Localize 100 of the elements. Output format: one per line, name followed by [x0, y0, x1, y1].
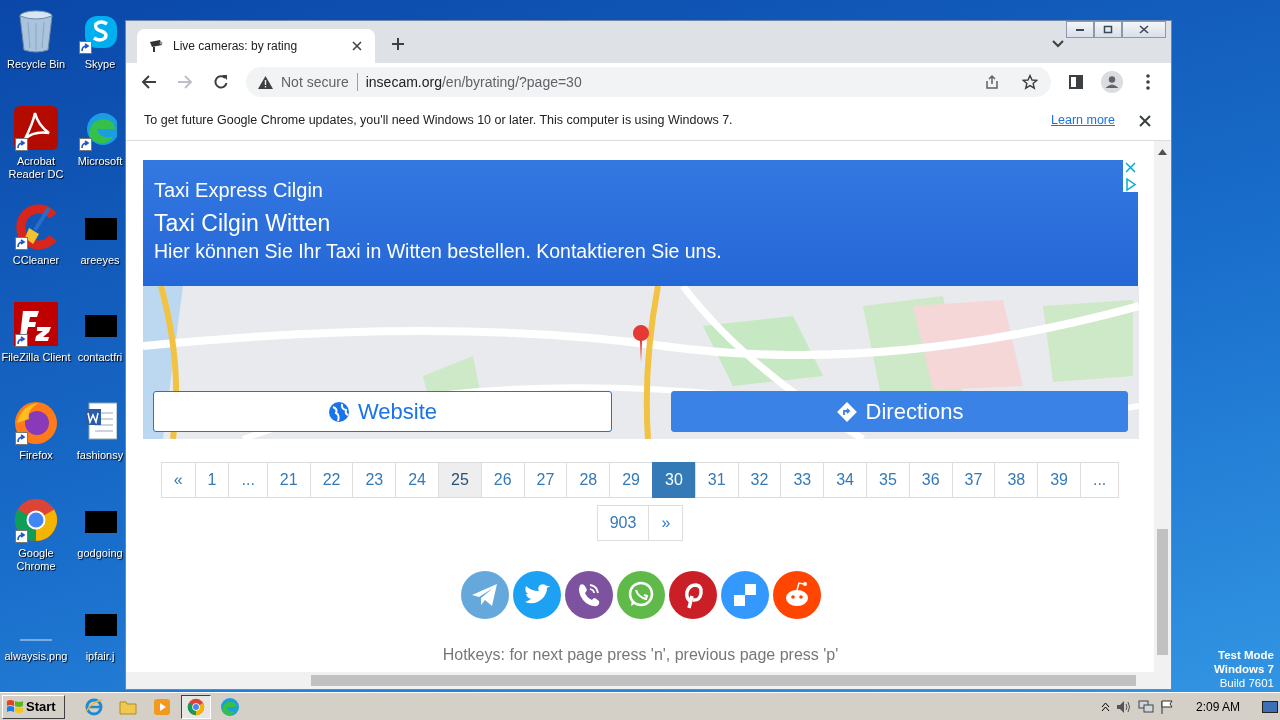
minimize-button[interactable] [1066, 21, 1094, 38]
page-link[interactable]: 34 [823, 462, 867, 498]
page-link[interactable]: 32 [737, 462, 782, 498]
page-link[interactable]: 21 [266, 462, 311, 498]
icon-label[interactable]: FileZilla Client [1, 351, 71, 364]
bird-icon[interactable] [512, 571, 561, 619]
icon-label[interactable]: Microsoft [77, 155, 123, 168]
vertical-scrollbar[interactable] [1154, 141, 1171, 672]
icon-label[interactable]: Recycle Bin [6, 58, 66, 71]
page-link[interactable]: 903 [596, 505, 650, 541]
robot-face-icon[interactable] [772, 571, 821, 619]
update-message: To get future Google Chrome updates, you'll need Windows 10 or later. This computer is using Windows 7. [144, 112, 734, 130]
horizontal-scrollbar[interactable] [126, 672, 1171, 689]
star-icon [1022, 74, 1038, 90]
page-link[interactable]: 35 [866, 462, 910, 498]
ad-headline: Taxi Cilgin Witten [154, 209, 332, 238]
os-notice-text: Windows 7 [1214, 662, 1274, 676]
page-link[interactable]: 28 [566, 462, 611, 498]
ad-description: Hier können Sie Ihr Taxi in Witten bestellen. Kontaktieren Sie uns. [154, 239, 723, 264]
scrollbar-thumb[interactable] [311, 675, 1136, 686]
icon-label[interactable]: CCleaner [12, 254, 60, 267]
ad-advertiser: Taxi Express Cilgin [154, 178, 324, 203]
address-bar[interactable]: Not secure insecam.org/en/byrating/?page=30 [246, 67, 1051, 97]
page-link[interactable]: 24 [395, 462, 439, 498]
page-link[interactable]: 31 [694, 462, 739, 498]
map-link-button[interactable]: Directions [671, 391, 1128, 432]
pin-icon[interactable] [668, 571, 717, 619]
close-button[interactable] [1122, 21, 1166, 38]
phone-icon[interactable] [564, 571, 613, 619]
page-link[interactable]: 27 [523, 462, 568, 498]
browser-tab[interactable]: Live cameras: by rating [137, 29, 375, 63]
icon-label[interactable]: Firefox [19, 449, 53, 462]
map-link-button[interactable]: Website [153, 391, 612, 432]
taskbar-app-button[interactable] [181, 694, 211, 719]
close-icon [352, 41, 362, 51]
page-link[interactable]: « [160, 462, 196, 498]
network-icon[interactable] [1137, 699, 1154, 714]
chrome-browser-icon [187, 697, 205, 716]
flag-icon[interactable] [1159, 699, 1174, 714]
page-link[interactable]: ... [228, 462, 268, 498]
folder-icon [119, 698, 137, 715]
chrome-browser-icon[interactable] [13, 497, 59, 543]
broom-app-icon[interactable] [13, 204, 59, 250]
menu-icon [1146, 74, 1150, 90]
learn-more-link[interactable]: Learn more [1051, 111, 1115, 130]
transfer-app-icon[interactable] [13, 301, 59, 347]
warning-icon [258, 75, 273, 89]
icon-label[interactable]: Acrobat Reader DC [8, 155, 64, 181]
globe-icon [327, 400, 350, 423]
play-icon[interactable] [1123, 177, 1138, 192]
page-link[interactable]: 30 [652, 462, 696, 498]
page-link[interactable]: 25 [438, 462, 482, 498]
os-notice-text: Build 7601 [1219, 676, 1274, 690]
scrollbar-thumb[interactable] [1157, 529, 1168, 655]
start-button[interactable]: Start [2, 694, 65, 719]
page-link[interactable]: 39 [1037, 462, 1081, 498]
icon-label[interactable]: contactfri [77, 351, 123, 364]
share-icon [984, 74, 1000, 90]
page-link[interactable]: 38 [994, 462, 1039, 498]
page-link[interactable]: 23 [352, 462, 397, 498]
recycle-bin-icon[interactable] [16, 8, 56, 54]
page-link[interactable]: 26 [480, 462, 525, 498]
side-panel-icon [1069, 75, 1083, 89]
icon-label[interactable]: Skype [84, 58, 116, 71]
page-link[interactable]: 29 [609, 462, 653, 498]
page-link[interactable]: 33 [780, 462, 825, 498]
restore-icon [1103, 25, 1113, 34]
icon-label[interactable]: areeyes [80, 254, 120, 267]
show-hidden-icon[interactable] [1100, 701, 1110, 712]
camera-icon [149, 39, 165, 53]
restore-button[interactable] [1094, 21, 1122, 38]
clock[interactable]: 2:09 AM [1195, 697, 1240, 716]
squares-icon[interactable] [720, 571, 769, 619]
fox-browser-icon[interactable] [13, 399, 59, 445]
pdf-app-icon[interactable] [13, 105, 59, 151]
page-link[interactable]: 37 [951, 462, 996, 498]
scroll-up-arrow-icon[interactable] [1158, 149, 1167, 155]
icon-label[interactable]: Google Chrome [16, 547, 56, 573]
speaker-icon[interactable] [1115, 699, 1132, 714]
hotkeys-note: Hotkeys: for next page press 'n', previous page press 'p' [441, 645, 840, 665]
page-link[interactable]: 36 [908, 462, 953, 498]
show-desktop-icon[interactable] [1262, 700, 1278, 713]
chevron-down-icon [1052, 40, 1064, 48]
edge-browser-icon [221, 697, 239, 716]
close-button[interactable] [1137, 112, 1153, 129]
os-notice-text: Test Mode [1218, 648, 1274, 662]
avatar-icon [1101, 71, 1123, 93]
icon-label[interactable]: alwaysis.png [4, 650, 68, 663]
close-icon[interactable] [1123, 160, 1138, 175]
paper-plane-icon[interactable] [460, 571, 509, 619]
icon-label[interactable]: ipfair.j [85, 650, 115, 663]
icon-label[interactable]: fashionsy [76, 449, 124, 462]
page-link[interactable]: 22 [309, 462, 354, 498]
security-label: Not secure [281, 73, 358, 91]
reload-icon [213, 74, 229, 90]
icon-label[interactable]: godgoing [77, 547, 123, 560]
close-icon [1139, 114, 1151, 127]
page-link[interactable]: » [648, 505, 684, 541]
page-link[interactable]: ... [1079, 462, 1120, 498]
ad-banner[interactable]: Taxi Express Cilgin Taxi Cilgin Witten Hier können Sie Ihr Taxi in Witten bestellen. Kontaktieren Sie uns. [143, 160, 1138, 286]
